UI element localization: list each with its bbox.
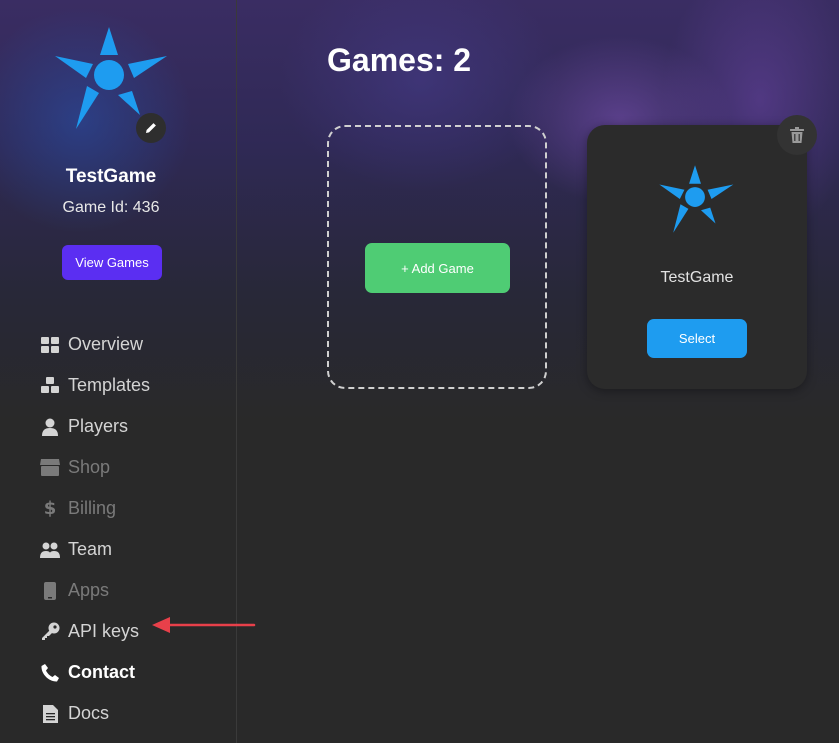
sidebar-item-shop[interactable]: Shop [40,447,150,488]
delete-game-button[interactable] [777,115,817,155]
sidebar-item-team[interactable]: Team [40,529,150,570]
pencil-icon [146,123,156,133]
game-card-title: TestGame [660,269,734,286]
sidebar: TestGame Game Id: 436 View Games Overvie… [0,0,256,743]
key-icon [40,622,60,642]
sidebar-item-overview[interactable]: Overview [40,324,150,365]
sidebar-item-label: Players [68,416,129,436]
sidebar-item-label: Team [68,539,113,559]
dollar-icon: $ [43,498,57,519]
annotation-arrow-icon [152,617,256,633]
sidebar-item-label: Contact [68,662,135,682]
sidebar-item-players[interactable]: Players [40,406,150,447]
game-id: Game Id: 436 [62,199,160,216]
sidebar-item-contact[interactable]: Contact [40,652,150,693]
cubes-icon [40,376,60,396]
sidebar-item-label: Shop [68,457,111,477]
sidebar-item-label: Apps [68,580,110,600]
edit-game-button[interactable] [136,113,166,143]
sidebar-item-label: API keys [68,621,140,641]
select-game-button[interactable]: Select [647,319,747,358]
game-name: TestGame [65,166,157,187]
document-icon [40,704,60,724]
sidebar-item-label: Billing [68,498,117,518]
store-icon [40,458,60,478]
user-icon [40,417,60,437]
sidebar-item-label: Overview [68,334,144,354]
game-card-logo-icon [655,162,739,238]
sidebar-item-templates[interactable]: Templates [40,365,150,406]
users-icon [40,540,60,560]
page-title: Games: 2 [327,42,472,78]
phone-icon [40,581,60,601]
sidebar-nav: Overview Templates Players Shop $ Billin… [40,324,150,734]
sidebar-item-api-keys[interactable]: API keys [40,611,150,652]
trash-icon [790,127,804,143]
grid-icon [40,335,60,355]
sidebar-item-label: Templates [68,375,151,395]
sidebar-item-docs[interactable]: Docs [40,693,150,734]
sidebar-item-label: Docs [68,703,110,723]
sidebar-item-apps[interactable]: Apps [40,570,150,611]
telephone-icon [40,663,60,683]
view-games-button[interactable]: View Games [62,245,162,280]
sidebar-item-billing[interactable]: $ Billing [40,488,150,529]
add-game-button[interactable]: + Add Game [365,243,510,293]
